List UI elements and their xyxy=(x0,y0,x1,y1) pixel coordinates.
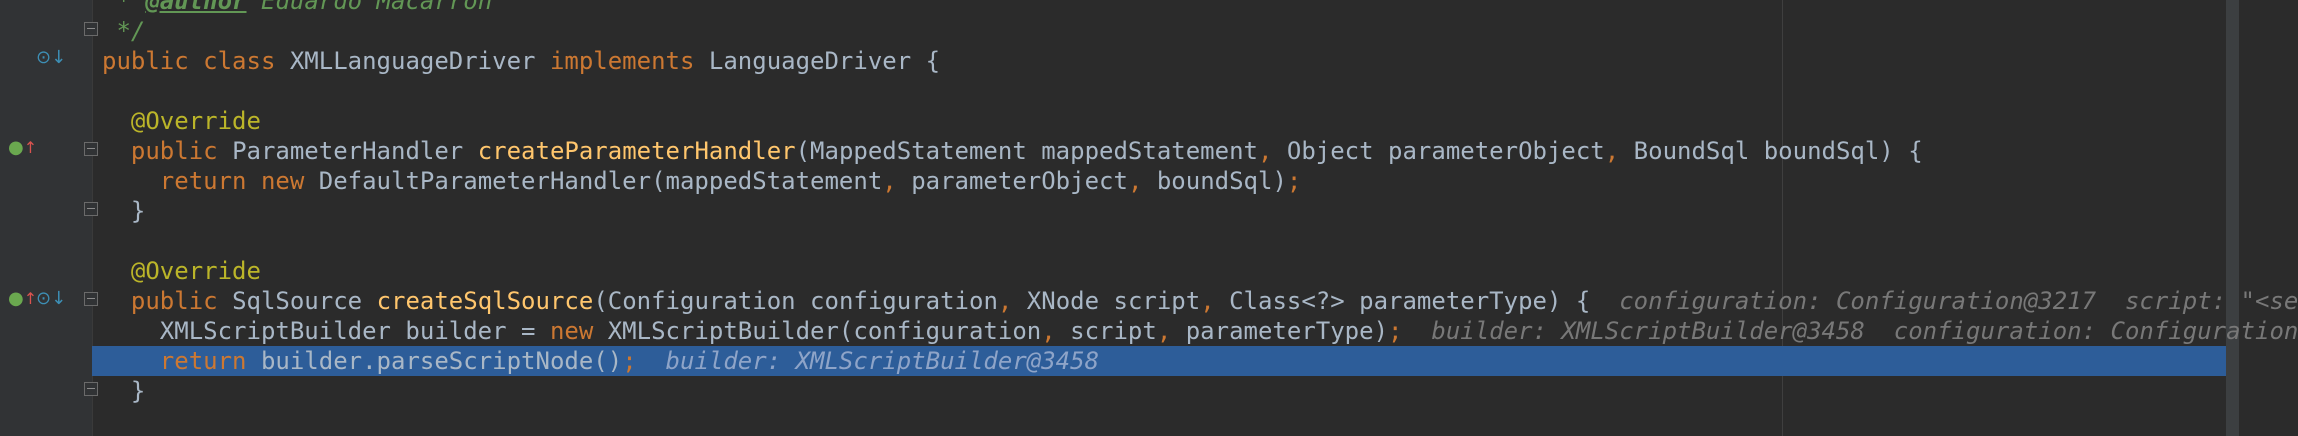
code-token: XMLScriptBuilder(configuration xyxy=(607,317,1042,345)
code-token: XMLLanguageDriver xyxy=(289,47,550,75)
code-line[interactable]: @Override xyxy=(0,256,2226,286)
editor-edge xyxy=(2240,0,2298,436)
code-token: boundSql) xyxy=(1156,167,1287,195)
code-token: (MappedStatement mappedStatement xyxy=(795,137,1258,165)
code-token: builder.parseScriptNode() xyxy=(260,347,623,375)
code-text: @Override xyxy=(102,256,261,286)
code-token: XMLScriptBuilder builder = xyxy=(102,317,550,345)
code-token: , xyxy=(1257,137,1287,165)
code-text: } xyxy=(102,196,145,226)
code-line[interactable]: * @author Eduardo Macarron xyxy=(0,0,2226,16)
code-token: DefaultParameterHandler(mappedStatement xyxy=(318,167,883,195)
code-token: new xyxy=(549,317,608,345)
code-line[interactable]: public class XMLLanguageDriver implement… xyxy=(0,46,2226,76)
code-text: XMLScriptBuilder builder = new XMLScript… xyxy=(102,316,2298,346)
code-text: return new DefaultParameterHandler(mappe… xyxy=(102,166,1302,196)
code-token: createParameterHandler xyxy=(477,137,796,165)
code-line[interactable]: */ xyxy=(0,16,2226,46)
code-line[interactable]: public ParameterHandler createParameterH… xyxy=(0,136,2226,166)
code-token: * xyxy=(102,0,146,15)
code-token: parameterObject xyxy=(911,167,1128,195)
code-token: , xyxy=(882,167,912,195)
code-text: * @author Eduardo Macarron xyxy=(102,0,492,16)
code-token: Object parameterObject xyxy=(1286,137,1605,165)
code-token: @Override xyxy=(102,107,261,135)
code-token: ; xyxy=(1388,317,1403,345)
code-token: , xyxy=(1200,287,1230,315)
code-token: script xyxy=(1070,317,1157,345)
code-token: ParameterHandler xyxy=(232,137,478,165)
code-token: BoundSql boundSql) { xyxy=(1633,137,1923,165)
code-text: public ParameterHandler createParameterH… xyxy=(102,136,1923,166)
debug-inline-value: builder: XMLScriptBuilder@3458 configura… xyxy=(1402,317,2298,345)
code-token: , xyxy=(1041,317,1071,345)
code-token: , xyxy=(1604,137,1634,165)
code-text: @Override xyxy=(102,106,261,136)
code-token: @Override xyxy=(102,257,261,285)
code-token: Class<?> parameterType) { xyxy=(1229,287,1591,315)
code-token: } xyxy=(102,377,146,405)
code-text: */ xyxy=(102,16,145,46)
code-token: return xyxy=(159,347,261,375)
code-line[interactable] xyxy=(0,76,2226,106)
code-text: public class XMLLanguageDriver implement… xyxy=(102,46,940,76)
code-token: return new xyxy=(159,167,319,195)
code-line[interactable]: return builder.parseScriptNode(); builde… xyxy=(92,346,2226,376)
code-line[interactable]: public SqlSource createSqlSource(Configu… xyxy=(0,286,2298,316)
code-token: (Configuration configuration xyxy=(593,287,998,315)
code-token: LanguageDriver { xyxy=(708,47,941,75)
vertical-scrollbar[interactable] xyxy=(2226,0,2239,436)
code-text: } xyxy=(102,376,145,406)
code-token: public xyxy=(130,137,233,165)
code-token: implements xyxy=(549,47,709,75)
code-token: XNode script xyxy=(1026,287,1201,315)
code-line[interactable]: XMLScriptBuilder builder = new XMLScript… xyxy=(0,316,2298,346)
debug-inline-value: builder: XMLScriptBuilder@3458 xyxy=(636,347,1100,375)
code-token: , xyxy=(1156,317,1186,345)
code-line[interactable]: return new DefaultParameterHandler(mappe… xyxy=(0,166,2226,196)
code-token: public class xyxy=(102,47,290,75)
code-token: Eduardo Macarron xyxy=(246,0,493,15)
debug-inline-value: configuration: Configuration@3217 script… xyxy=(1590,287,2298,315)
code-token: */ xyxy=(102,17,146,45)
code-token: parameterType) xyxy=(1185,317,1389,345)
code-token: createSqlSource xyxy=(376,287,594,315)
code-token: @author xyxy=(145,0,247,15)
code-token: } xyxy=(102,197,146,225)
code-token: ; xyxy=(1286,167,1302,195)
code-line[interactable]: } xyxy=(0,196,2226,226)
code-text: public SqlSource createSqlSource(Configu… xyxy=(102,286,2298,316)
code-line[interactable]: } xyxy=(0,376,2226,406)
code-line[interactable] xyxy=(0,226,2226,256)
code-line[interactable]: @Override xyxy=(0,106,2226,136)
code-token: ; xyxy=(622,347,637,375)
code-text: return builder.parseScriptNode(); builde… xyxy=(102,346,1099,376)
code-token: , xyxy=(1127,167,1157,195)
code-token: public xyxy=(130,287,233,315)
code-token: SqlSource xyxy=(232,287,377,315)
code-token: , xyxy=(997,287,1027,315)
